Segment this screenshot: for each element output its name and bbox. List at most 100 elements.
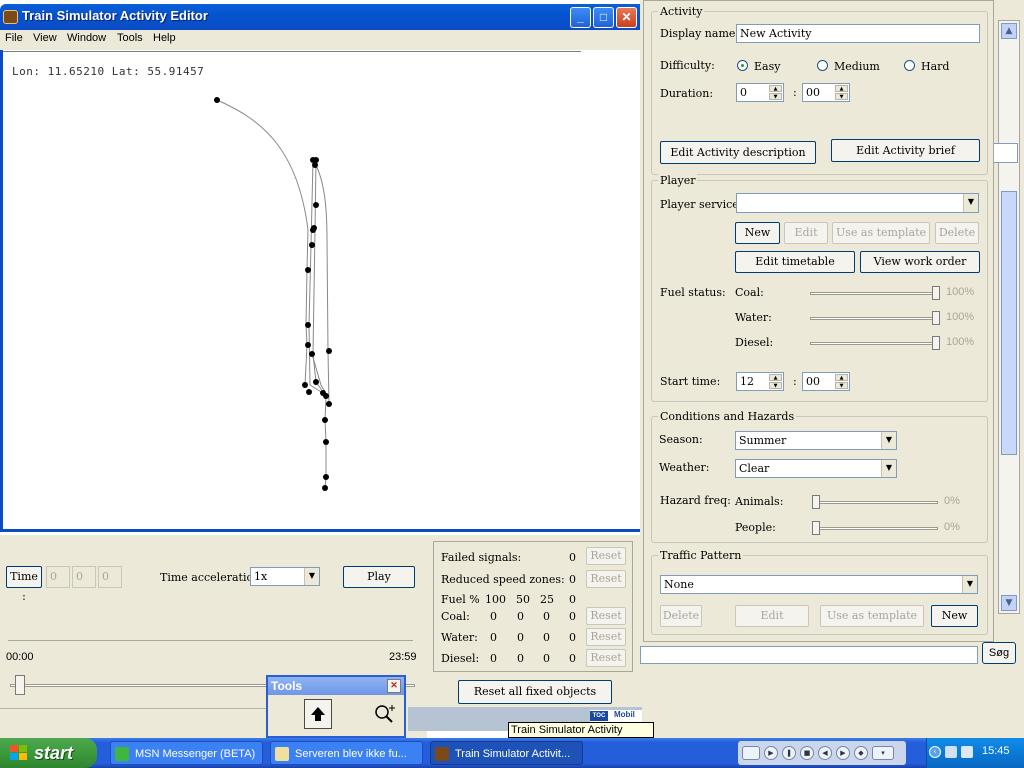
spin-up-icon[interactable]: ▲ xyxy=(835,85,848,92)
search-button[interactable]: Søg xyxy=(982,642,1016,664)
fuel-slider[interactable] xyxy=(810,342,940,345)
stop-icon[interactable]: ■ xyxy=(800,746,814,760)
background-search-input[interactable] xyxy=(640,646,978,664)
chevron-down-icon[interactable]: ▼ xyxy=(963,194,978,212)
traffic-pattern-select[interactable]: None ▼ xyxy=(660,575,978,594)
map-node[interactable] xyxy=(326,348,332,354)
chevron-down-icon[interactable]: ▼ xyxy=(881,460,896,477)
reset-reduced-speed-button[interactable]: Reset xyxy=(586,570,626,588)
maximize-button[interactable]: □ xyxy=(593,7,614,28)
time-minutes-field[interactable]: 0 xyxy=(72,566,96,588)
weather-select[interactable]: Clear ▼ xyxy=(735,459,897,478)
scroll-thumb[interactable] xyxy=(1001,191,1017,455)
spin-down-icon[interactable]: ▼ xyxy=(835,382,848,389)
view-work-order-button[interactable]: View work order xyxy=(860,251,980,273)
map-node[interactable] xyxy=(323,439,329,445)
network-icon[interactable] xyxy=(945,746,957,758)
zoom-tool-button[interactable] xyxy=(370,699,400,729)
time-hours-field[interactable]: 0 xyxy=(46,566,70,588)
map-node[interactable] xyxy=(313,202,319,208)
scroll-down-arrow-icon[interactable]: ▼ xyxy=(1001,595,1017,611)
spin-up-icon[interactable]: ▲ xyxy=(769,85,782,92)
tools-close-icon[interactable]: ✕ xyxy=(387,679,401,693)
background-scrollbar[interactable]: ▲ ▼ xyxy=(998,20,1020,614)
hazard-slider-thumb[interactable] xyxy=(812,495,820,509)
spin-up-icon[interactable]: ▲ xyxy=(769,374,782,381)
map-node[interactable] xyxy=(323,474,329,480)
spin-down-icon[interactable]: ▼ xyxy=(769,93,782,100)
duration-hours-stepper[interactable]: 0 ▲ ▼ xyxy=(736,83,784,102)
menu-file[interactable]: File xyxy=(5,32,23,44)
menu-tools[interactable]: Tools xyxy=(117,32,143,44)
start-time-minutes-stepper[interactable]: 00 ▲ ▼ xyxy=(802,372,850,391)
player-service-select[interactable]: ▼ xyxy=(736,193,979,213)
fuel-slider-thumb[interactable] xyxy=(932,311,940,325)
reset-all-fixed-objects-button[interactable]: Reset all fixed objects xyxy=(458,680,612,704)
player-edit-button[interactable]: Edit xyxy=(784,222,828,244)
menu-view[interactable]: View xyxy=(33,32,57,44)
map-node[interactable] xyxy=(305,267,311,273)
play-button[interactable]: Play xyxy=(343,566,415,588)
difficulty-medium-radio[interactable] xyxy=(817,60,828,71)
map-node[interactable] xyxy=(302,382,308,388)
fuel-slider[interactable] xyxy=(810,292,940,295)
pause-icon[interactable]: ❚ xyxy=(782,746,796,760)
chevron-down-icon[interactable]: ▼ xyxy=(881,432,896,449)
task-train-simulator[interactable]: Train Simulator Activit... xyxy=(430,741,583,765)
difficulty-hard-radio[interactable] xyxy=(904,60,915,71)
next-icon[interactable]: ▶ xyxy=(836,746,850,760)
spin-down-icon[interactable]: ▼ xyxy=(835,93,848,100)
reset-diesel-button[interactable]: Reset xyxy=(586,649,626,667)
fuel-slider-thumb[interactable] xyxy=(932,286,940,300)
map-node[interactable] xyxy=(311,225,317,231)
traffic-new-button[interactable]: New xyxy=(931,605,978,627)
map-node[interactable] xyxy=(326,401,332,407)
map-node[interactable] xyxy=(323,393,329,399)
time-seconds-field[interactable]: 0 xyxy=(98,566,122,588)
player-delete-button[interactable]: Delete xyxy=(935,222,979,244)
player-use-as-template-button[interactable]: Use as template xyxy=(832,222,930,244)
fuel-slider-thumb[interactable] xyxy=(932,336,940,350)
map-node[interactable] xyxy=(309,242,315,248)
map-node[interactable] xyxy=(306,389,312,395)
menu-help[interactable]: Help xyxy=(153,32,176,44)
mute-icon[interactable]: ◆ xyxy=(854,746,868,760)
volume-tray-icon[interactable] xyxy=(961,746,973,758)
task-browser[interactable]: Serveren blev ikke fu... xyxy=(270,741,423,765)
traffic-edit-button[interactable]: Edit xyxy=(735,605,809,627)
tray-expand-icon[interactable]: ‹ xyxy=(929,746,941,758)
map-node[interactable] xyxy=(322,417,328,423)
timeline-slider-thumb[interactable] xyxy=(15,675,25,695)
play-icon[interactable]: ▶ xyxy=(764,746,778,760)
edit-activity-brief-button[interactable]: Edit Activity brief xyxy=(831,139,980,162)
chevron-down-icon[interactable]: ▼ xyxy=(962,576,977,593)
map-node[interactable] xyxy=(313,379,319,385)
volume-icon[interactable]: ▾ xyxy=(872,746,894,760)
tools-title-bar[interactable]: Tools xyxy=(268,677,404,695)
hazard-slider-thumb[interactable] xyxy=(812,521,820,535)
route-map-canvas[interactable] xyxy=(3,50,640,529)
time-acceleration-select[interactable]: 1x ▼ xyxy=(250,567,320,586)
start-time-hours-stepper[interactable]: 12 ▲ ▼ xyxy=(736,372,784,391)
close-button[interactable]: ✕ xyxy=(616,7,637,28)
map-node[interactable] xyxy=(305,322,311,328)
hazard-slider[interactable] xyxy=(812,501,938,504)
season-select[interactable]: Summer ▼ xyxy=(735,431,897,450)
select-tool-button[interactable] xyxy=(304,699,332,729)
chevron-down-icon[interactable]: ▼ xyxy=(304,568,319,585)
reset-coal-button[interactable]: Reset xyxy=(586,607,626,625)
fuel-slider[interactable] xyxy=(810,317,940,320)
task-msn-messenger[interactable]: MSN Messenger (BETA) xyxy=(110,741,263,765)
player-new-button[interactable]: New xyxy=(735,222,780,244)
scroll-up-arrow-icon[interactable]: ▲ xyxy=(1001,23,1017,39)
map-node[interactable] xyxy=(312,162,318,168)
reset-failed-signals-button[interactable]: Reset xyxy=(586,547,626,565)
previous-icon[interactable]: ◀ xyxy=(818,746,832,760)
traffic-delete-button[interactable]: Delete xyxy=(660,605,702,627)
title-bar[interactable]: Train Simulator Activity Editor _ □ ✕ xyxy=(0,4,640,30)
duration-minutes-stepper[interactable]: 00 ▲ ▼ xyxy=(802,83,850,102)
map-node[interactable] xyxy=(313,157,319,163)
edit-timetable-button[interactable]: Edit timetable xyxy=(735,251,855,273)
reset-water-button[interactable]: Reset xyxy=(586,628,626,646)
spin-down-icon[interactable]: ▼ xyxy=(769,382,782,389)
